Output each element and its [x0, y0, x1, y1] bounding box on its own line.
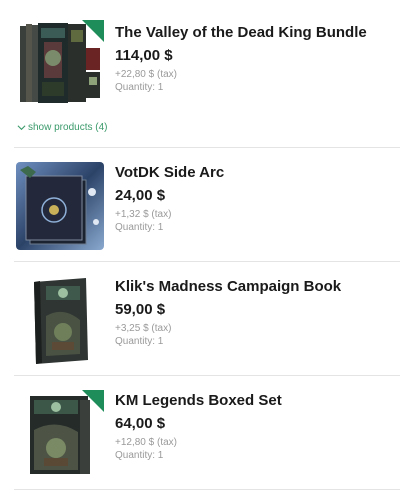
product-tax: +22,80 $ (tax) — [115, 69, 177, 80]
product-price: 114,00 $ — [115, 47, 173, 64]
product-quantity: Quantity: 1 — [115, 82, 164, 93]
product-tax: +12,80 $ (tax) — [115, 437, 177, 448]
product-quantity: Quantity: 1 — [115, 222, 164, 233]
product-quantity: Quantity: 1 — [115, 450, 164, 461]
product-image-legends-boxed-set[interactable] — [16, 390, 104, 478]
chevron-down-icon — [17, 125, 26, 131]
product-tax: +3,25 $ (tax) — [115, 323, 172, 334]
show-products-toggle[interactable]: show products (4) — [17, 122, 107, 133]
cart-item-side-arc: VotDK Side Arc 24,00 $ +1,32 $ (tax) Qua… — [0, 148, 400, 262]
product-image-campaign-book[interactable] — [16, 276, 104, 364]
product-price: 24,00 $ — [115, 187, 166, 204]
product-quantity: Quantity: 1 — [115, 336, 164, 347]
product-price: 59,00 $ — [115, 301, 166, 318]
product-title[interactable]: VotDK Side Arc — [115, 164, 392, 182]
product-title[interactable]: KM Legends Boxed Set — [115, 392, 392, 410]
product-image-bundle[interactable] — [16, 20, 104, 108]
product-price: 64,00 $ — [115, 415, 166, 432]
ribbon-badge — [82, 20, 104, 42]
cart-item-legends-boxed-set: KM Legends Boxed Set 64,00 $ +12,80 $ (t… — [0, 376, 400, 490]
cart-item-bundle: The Valley of the Dead King Bundle 114,0… — [0, 0, 400, 148]
divider — [14, 489, 400, 490]
product-title[interactable]: The Valley of the Dead King Bundle — [115, 24, 392, 42]
product-image-side-arc[interactable] — [16, 162, 104, 250]
cart-item-campaign-book: Klik's Madness Campaign Book 59,00 $ +3,… — [0, 262, 400, 376]
ribbon-badge — [82, 390, 104, 412]
show-products-label: show products (4) — [28, 122, 108, 133]
product-title[interactable]: Klik's Madness Campaign Book — [115, 278, 392, 296]
product-tax: +1,32 $ (tax) — [115, 209, 172, 220]
